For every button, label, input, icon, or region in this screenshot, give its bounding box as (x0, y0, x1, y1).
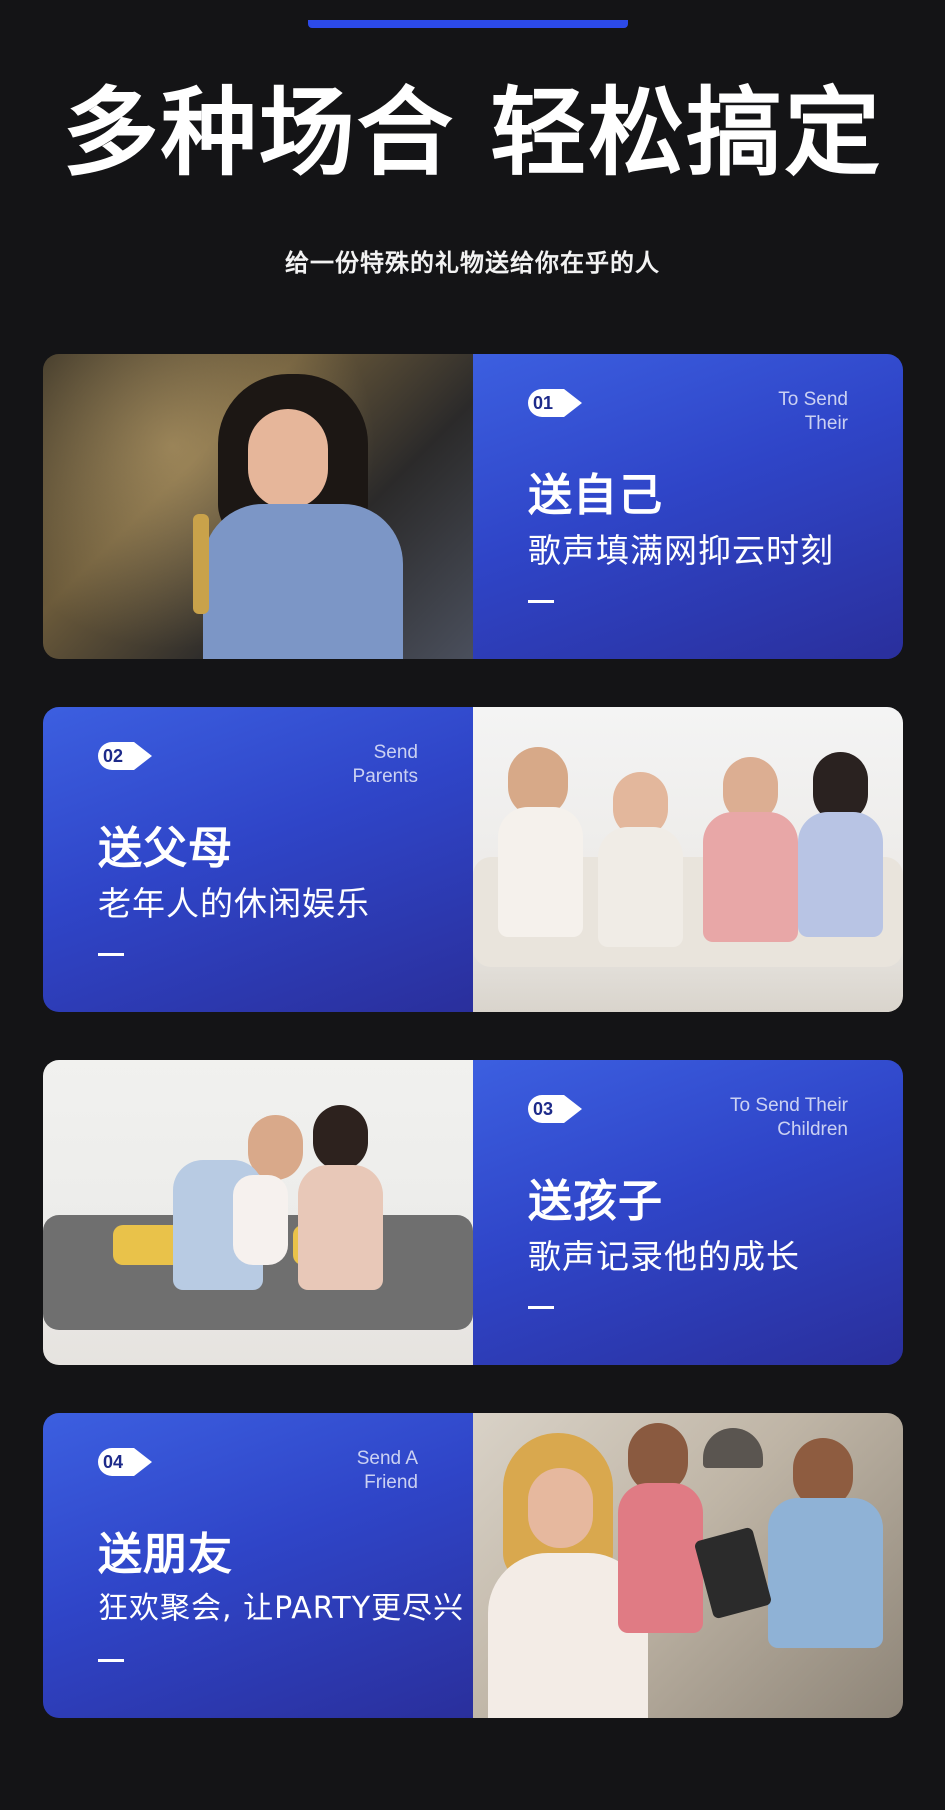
english-caption: To Send Their (778, 389, 848, 434)
number-badge: 01 (528, 389, 582, 417)
photo-woman-singing (43, 354, 473, 659)
gift-card-children: 03 To Send Their Children 送孩子 歌声记录他的成长 (43, 1060, 903, 1365)
card-description: 歌声记录他的成长 (528, 1237, 800, 1276)
gift-card-friend: 04 Send A Friend 送朋友 狂欢聚会, 让PARTY更尽兴 (43, 1413, 903, 1718)
photo-friends-party (473, 1413, 903, 1718)
dash-divider (98, 1659, 124, 1662)
number-badge: 02 (98, 742, 152, 770)
photo-family-with-child (43, 1060, 473, 1365)
card-description: 歌声填满网抑云时刻 (528, 531, 834, 570)
page-subheadline: 给一份特殊的礼物送给你在乎的人 (285, 249, 660, 277)
top-accent-bar (308, 20, 628, 28)
card-panel-friend: 04 Send A Friend 送朋友 狂欢聚会, 让PARTY更尽兴 (43, 1413, 473, 1718)
card-title: 送父母 (98, 823, 233, 874)
dash-divider (528, 1306, 554, 1309)
gift-card-parents: 02 Send Parents 送父母 老年人的休闲娱乐 (43, 707, 903, 1012)
card-panel-parents: 02 Send Parents 送父母 老年人的休闲娱乐 (43, 707, 473, 1012)
card-title: 送朋友 (98, 1529, 233, 1580)
english-caption: Send A Friend (356, 1448, 418, 1493)
dash-divider (528, 600, 554, 603)
page-headline: 多种场合 轻松搞定 (62, 77, 883, 189)
english-caption: To Send Their Children (730, 1095, 848, 1140)
english-caption: Send Parents (352, 742, 418, 787)
card-panel-children: 03 To Send Their Children 送孩子 歌声记录他的成长 (473, 1060, 903, 1365)
gift-card-self: 01 To Send Their 送自己 歌声填满网抑云时刻 (43, 354, 903, 659)
photo-family-on-sofa (473, 707, 903, 1012)
card-panel-self: 01 To Send Their 送自己 歌声填满网抑云时刻 (473, 354, 903, 659)
number-badge: 04 (98, 1448, 152, 1476)
card-title: 送自己 (528, 470, 663, 521)
dash-divider (98, 953, 124, 956)
number-badge: 03 (528, 1095, 582, 1123)
card-title: 送孩子 (528, 1176, 663, 1227)
card-description: 老年人的休闲娱乐 (98, 884, 370, 923)
card-description: 狂欢聚会, 让PARTY更尽兴 (98, 1591, 465, 1626)
